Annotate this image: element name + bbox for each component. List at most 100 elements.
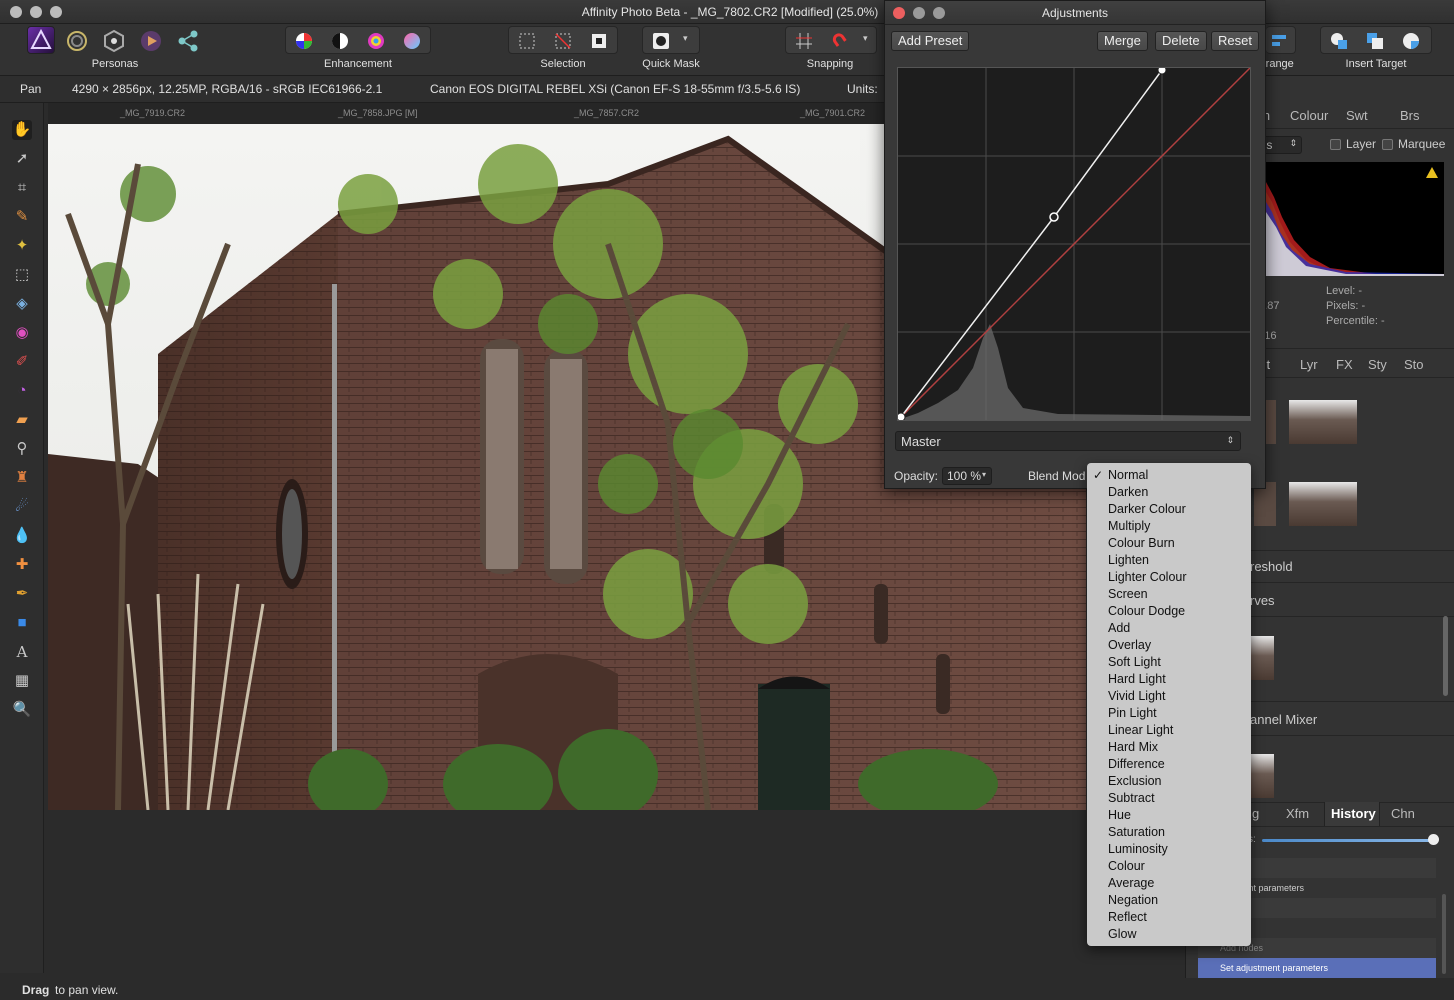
- tab-transform[interactable]: Xfm: [1286, 806, 1309, 821]
- blend-mode-item[interactable]: Colour Dodge: [1108, 604, 1185, 618]
- invert-selection-icon[interactable]: [588, 30, 610, 52]
- adjustment-item-channel-mixer[interactable]: annel Mixer: [1250, 712, 1317, 727]
- chevron-down-icon[interactable]: ▾: [982, 470, 986, 479]
- blend-mode-item[interactable]: Screen: [1108, 587, 1148, 601]
- export-persona-icon[interactable]: [175, 28, 201, 54]
- preset-thumbnail[interactable]: [1250, 636, 1274, 680]
- tab-channels[interactable]: Chn: [1391, 806, 1415, 821]
- tab-stock[interactable]: Sto: [1404, 357, 1424, 372]
- auto-levels-icon[interactable]: [293, 30, 315, 52]
- smudge-tool-icon[interactable]: ☄: [12, 497, 32, 517]
- history-slider-thumb[interactable]: [1428, 834, 1439, 845]
- blend-mode-item[interactable]: Hue: [1108, 808, 1131, 822]
- zoom-tool-icon[interactable]: 🔍: [12, 700, 32, 720]
- marquee-tool-icon[interactable]: ⬚: [12, 265, 32, 285]
- preset-thumbnail[interactable]: [1289, 400, 1357, 444]
- doc-tab[interactable]: _MG_7857.CR2: [574, 108, 639, 118]
- blend-mode-item[interactable]: Lighter Colour: [1108, 570, 1187, 584]
- auto-white-balance-icon[interactable]: [401, 30, 423, 52]
- develop-persona-icon[interactable]: [101, 28, 127, 54]
- doc-tab[interactable]: _MG_7919.CR2: [120, 108, 185, 118]
- blend-mode-item[interactable]: Vivid Light: [1108, 689, 1165, 703]
- blend-mode-item[interactable]: Luminosity: [1108, 842, 1168, 856]
- selection-brush-icon[interactable]: ✎: [12, 207, 32, 227]
- select-all-icon[interactable]: [516, 30, 538, 52]
- clone-tool-icon[interactable]: ⚲: [12, 439, 32, 459]
- text-tool-icon[interactable]: A: [12, 642, 32, 662]
- zoom-window-icon[interactable]: [50, 6, 62, 18]
- blend-mode-item[interactable]: Negation: [1108, 893, 1158, 907]
- deselect-icon[interactable]: [552, 30, 574, 52]
- blend-mode-item[interactable]: Average: [1108, 876, 1154, 890]
- blend-mode-item[interactable]: Overlay: [1108, 638, 1151, 652]
- auto-colours-icon[interactable]: [365, 30, 387, 52]
- add-preset-button[interactable]: Add Preset: [891, 31, 970, 51]
- pen-tool-icon[interactable]: ✒: [12, 584, 32, 604]
- colour-picker-icon[interactable]: ◉: [12, 323, 32, 343]
- blend-mode-item[interactable]: Subtract: [1108, 791, 1155, 805]
- preset-thumbnail[interactable]: [1250, 754, 1274, 798]
- blend-mode-item[interactable]: Hard Light: [1108, 672, 1166, 686]
- quick-mask-icon[interactable]: [650, 30, 672, 52]
- tab-styles[interactable]: Sty: [1368, 357, 1387, 372]
- blend-mode-item[interactable]: Glow: [1108, 927, 1136, 941]
- marquee-checkbox[interactable]: [1382, 139, 1393, 150]
- blend-mode-item[interactable]: Colour Burn: [1108, 536, 1175, 550]
- blend-mode-item[interactable]: Saturation: [1108, 825, 1165, 839]
- tab-layers[interactable]: Lyr: [1300, 357, 1318, 372]
- blend-mode-item[interactable]: Hard Mix: [1108, 740, 1158, 754]
- doc-tab[interactable]: _MG_7858.JPG [M]: [338, 108, 418, 118]
- blend-mode-item[interactable]: Multiply: [1108, 519, 1150, 533]
- channel-select[interactable]: Master ⇕: [895, 431, 1241, 451]
- eraser-icon[interactable]: ▰: [12, 410, 32, 430]
- history-item-selected[interactable]: Set adjustment parameters: [1198, 958, 1436, 978]
- blend-mode-item[interactable]: Reflect: [1108, 910, 1147, 924]
- reset-button[interactable]: Reset: [1211, 31, 1259, 51]
- snapping-magnet-icon[interactable]: [829, 30, 851, 52]
- blend-mode-item[interactable]: Exclusion: [1108, 774, 1162, 788]
- blend-mode-item[interactable]: Difference: [1108, 757, 1165, 771]
- insert-inside-icon[interactable]: [1400, 30, 1422, 52]
- blend-mode-item[interactable]: Linear Light: [1108, 723, 1173, 737]
- paint-brush-icon[interactable]: ✐: [12, 352, 32, 372]
- tone-mapping-persona-icon[interactable]: [138, 28, 164, 54]
- curves-graph[interactable]: [896, 65, 1251, 422]
- minimize-window-icon[interactable]: [30, 6, 42, 18]
- tab-swatches[interactable]: Swt: [1346, 108, 1368, 123]
- layer-checkbox[interactable]: [1330, 139, 1341, 150]
- liquify-persona-icon[interactable]: [64, 28, 90, 54]
- tab-colour[interactable]: Colour: [1290, 108, 1328, 123]
- insert-top-icon[interactable]: [1364, 30, 1386, 52]
- blend-mode-item[interactable]: Add: [1108, 621, 1130, 635]
- blend-mode-item[interactable]: Pin Light: [1108, 706, 1157, 720]
- tab-navigator[interactable]: g: [1252, 806, 1259, 821]
- mesh-warp-icon[interactable]: ▦: [12, 671, 32, 691]
- adjustment-item-curves[interactable]: rves: [1250, 593, 1275, 608]
- stamp-tool-icon[interactable]: ♜: [12, 468, 32, 488]
- healing-brush-icon[interactable]: ✚: [12, 555, 32, 575]
- blend-mode-item[interactable]: Colour: [1108, 859, 1145, 873]
- blend-mode-item[interactable]: Lighten: [1108, 553, 1149, 567]
- shape-tool-icon[interactable]: ■: [12, 613, 32, 633]
- dodge-burn-icon[interactable]: ◔: [12, 381, 32, 401]
- tab-fx[interactable]: FX: [1336, 357, 1353, 372]
- magic-wand-icon[interactable]: ✦: [12, 236, 32, 256]
- adjustment-item-threshold[interactable]: reshold: [1250, 559, 1293, 574]
- blend-mode-item[interactable]: Soft Light: [1108, 655, 1161, 669]
- hand-pan-icon[interactable]: ✋: [12, 120, 32, 140]
- move-tool-icon[interactable]: ➚: [12, 149, 32, 169]
- doc-tab[interactable]: _MG_7901.CR2: [800, 108, 865, 118]
- crop-tool-icon[interactable]: ⌗: [12, 178, 32, 198]
- close-window-icon[interactable]: [10, 6, 22, 18]
- blur-tool-icon[interactable]: 💧: [12, 526, 32, 546]
- merge-button[interactable]: Merge: [1097, 31, 1148, 51]
- preset-thumbnail[interactable]: [1289, 482, 1357, 526]
- insert-behind-icon[interactable]: [1328, 30, 1350, 52]
- flood-fill-icon[interactable]: ◈: [12, 294, 32, 314]
- chevron-down-icon[interactable]: ▾: [863, 33, 868, 44]
- snapping-grid-icon[interactable]: [793, 30, 815, 52]
- photo-persona-icon[interactable]: [27, 26, 55, 54]
- chevron-down-icon[interactable]: ▾: [683, 33, 688, 44]
- delete-button[interactable]: Delete: [1155, 31, 1207, 51]
- adjustment-scrollbar[interactable]: [1443, 616, 1448, 696]
